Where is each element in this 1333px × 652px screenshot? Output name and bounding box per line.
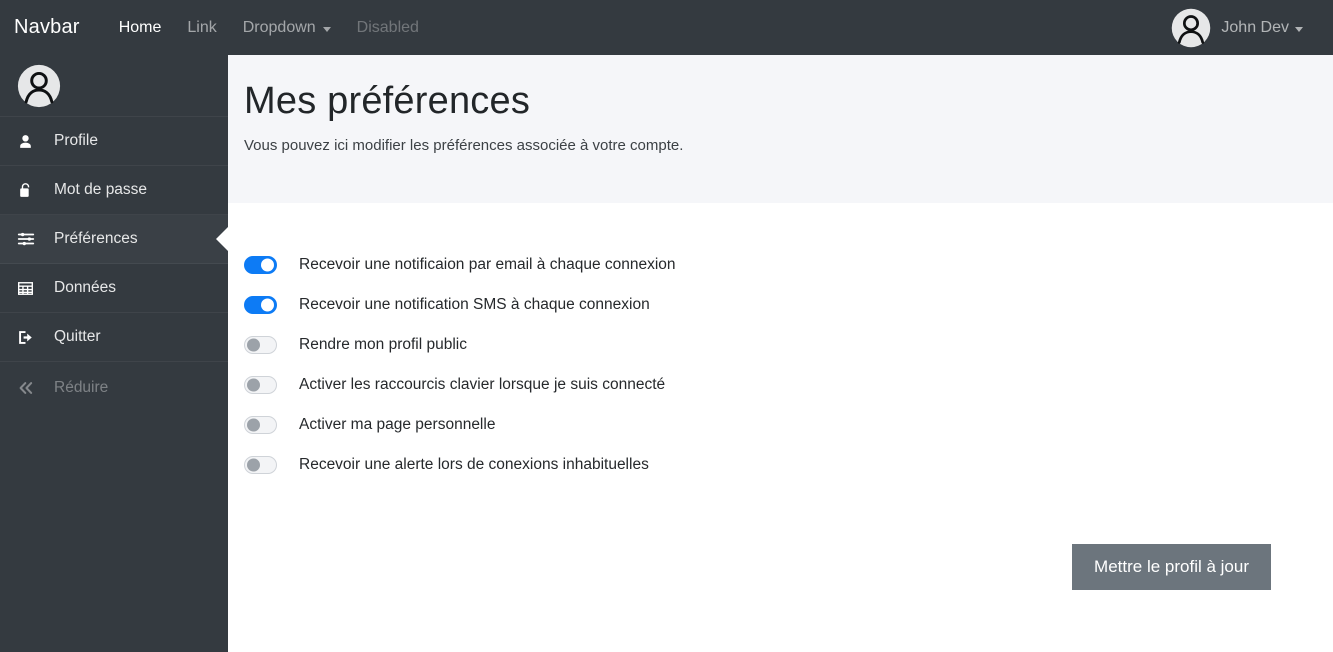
- toggle-knob: [261, 258, 274, 272]
- page-subtitle: Vous pouvez ici modifier les préférences…: [244, 136, 684, 154]
- sidebar-item-label: Réduire: [54, 378, 109, 396]
- unlock-padlock-icon: [17, 182, 47, 199]
- navbar-brand[interactable]: Navbar: [14, 16, 80, 39]
- sidebar-item-label: Données: [54, 279, 117, 296]
- toggle-knob: [247, 378, 260, 392]
- sidebar-item-preferences[interactable]: Préférences: [0, 215, 228, 264]
- preference-label: Recevoir une notification SMS à chaque c…: [299, 296, 650, 313]
- double-chevron-left-icon: [17, 379, 47, 397]
- sidebar-item-label: Quitter: [54, 328, 101, 345]
- preference-label: Recevoir une notificaion par email à cha…: [299, 256, 676, 273]
- sidebar-item-data[interactable]: Données: [0, 264, 228, 313]
- user-icon: [17, 133, 47, 150]
- navbar-user-name: John Dev: [1221, 18, 1289, 36]
- update-profile-button[interactable]: Mettre le profil à jour: [1072, 544, 1271, 590]
- toggle-knob: [261, 298, 274, 312]
- app-window: Navbar Home Link Dropdown Disabled John …: [0, 0, 1333, 652]
- toggle-knob: [247, 418, 260, 432]
- toggle-knob: [247, 458, 260, 472]
- sidebar-avatar-header: [0, 55, 228, 117]
- top-navbar: Navbar Home Link Dropdown Disabled John …: [0, 0, 1333, 55]
- chevron-down-icon: [1295, 27, 1303, 32]
- sidebar-item-password[interactable]: Mot de passe: [0, 166, 228, 215]
- toggle-public-profile[interactable]: [244, 336, 277, 354]
- user-avatar-icon: [16, 63, 62, 109]
- sidebar-item-label: Mot de passe: [54, 181, 148, 198]
- table-grid-icon: [17, 280, 47, 297]
- preference-row: Recevoir une notificaion par email à cha…: [244, 245, 1333, 285]
- toggle-knob: [247, 338, 260, 352]
- action-row: Mettre le profil à jour: [244, 544, 1333, 590]
- nav-link-dropdown-label: Dropdown: [242, 18, 316, 36]
- nav-link-dropdown[interactable]: Dropdown: [230, 19, 344, 37]
- toggle-keyboard-shortcuts[interactable]: [244, 376, 277, 394]
- sliders-icon: [17, 230, 47, 248]
- preference-label: Activer les raccourcis clavier lorsque j…: [299, 376, 666, 393]
- page-title: Mes préférences: [244, 80, 531, 122]
- toggle-sms-notification[interactable]: [244, 296, 277, 314]
- sign-out-icon: [17, 329, 47, 346]
- main-content: Mes préférences Vous pouvez ici modifier…: [228, 55, 1333, 652]
- nav-link-disabled: Disabled: [356, 18, 419, 36]
- preference-label: Activer ma page personnelle: [299, 416, 496, 433]
- sidebar-item-label: Préférences: [54, 230, 138, 247]
- sidebar-item-logout[interactable]: Quitter: [0, 313, 228, 362]
- navbar-links: Home Link Dropdown Disabled: [106, 19, 432, 37]
- preference-row: Recevoir une notification SMS à chaque c…: [244, 285, 1333, 325]
- sidebar-item-collapse[interactable]: Réduire: [0, 363, 228, 412]
- toggle-email-notification[interactable]: [244, 256, 277, 274]
- navbar-user-menu[interactable]: John Dev: [1170, 7, 1317, 49]
- preference-label: Recevoir une alerte lors de conexions in…: [299, 456, 649, 473]
- sidebar-item-profile[interactable]: Profile: [0, 117, 228, 166]
- sidebar: Profile Mot de passe Préférences Données…: [0, 55, 228, 652]
- toggle-unusual-login-alert[interactable]: [244, 456, 277, 474]
- page-header: Mes préférences Vous pouvez ici modifier…: [228, 55, 1333, 203]
- preference-row: Recevoir une alerte lors de conexions in…: [244, 445, 1333, 485]
- preferences-panel: Recevoir une notificaion par email à cha…: [228, 203, 1333, 590]
- chevron-down-icon: [322, 27, 331, 32]
- preference-row: Activer ma page personnelle: [244, 405, 1333, 445]
- preference-row: Rendre mon profil public: [244, 325, 1333, 365]
- nav-link-link[interactable]: Link: [174, 19, 229, 37]
- preference-row: Activer les raccourcis clavier lorsque j…: [244, 365, 1333, 405]
- preference-label: Rendre mon profil public: [299, 336, 468, 353]
- nav-link-home[interactable]: Home: [106, 19, 175, 37]
- user-avatar-icon: [1170, 7, 1212, 49]
- sidebar-item-label: Profile: [54, 132, 98, 149]
- toggle-personal-page[interactable]: [244, 416, 277, 434]
